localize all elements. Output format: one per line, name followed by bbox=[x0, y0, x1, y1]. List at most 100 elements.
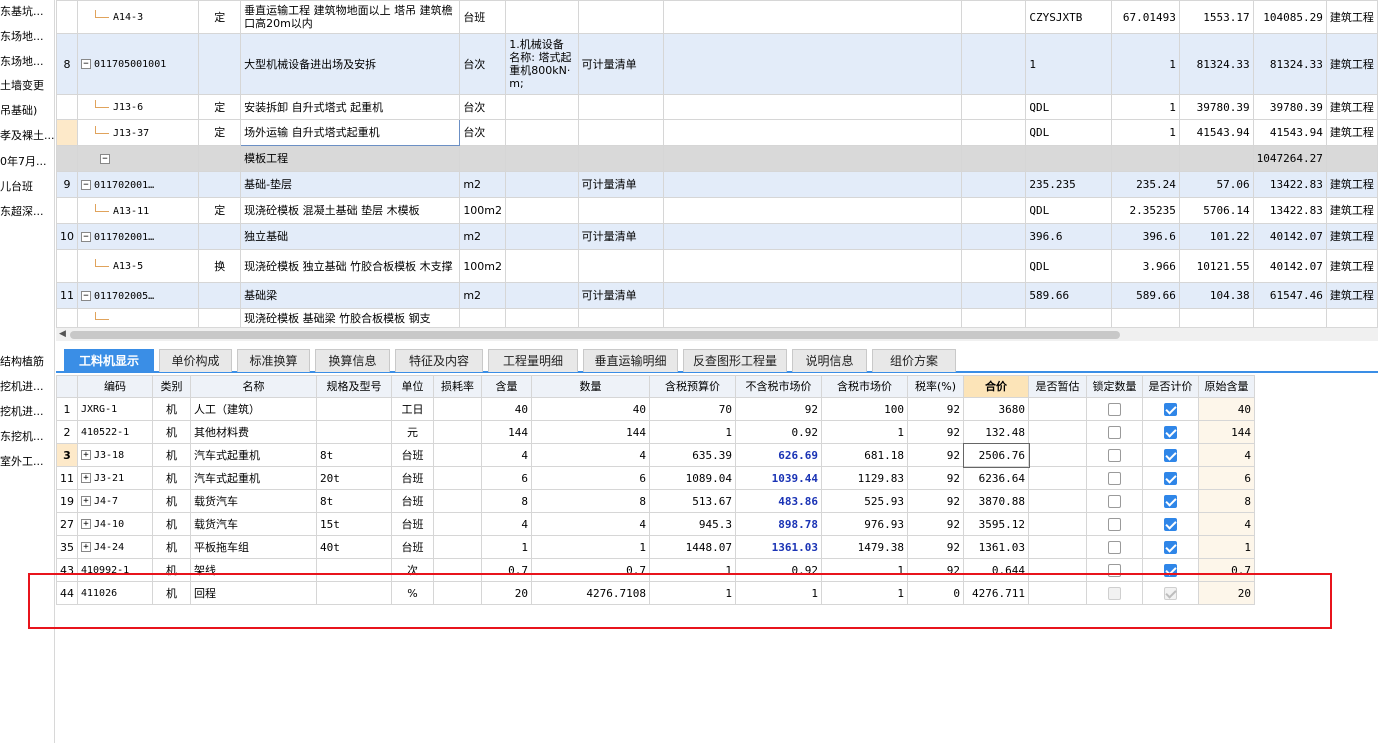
lock-quantity-cell[interactable] bbox=[1086, 489, 1143, 513]
category-cell[interactable]: 机 bbox=[152, 397, 191, 421]
sidebar-item[interactable]: 儿台班 bbox=[0, 180, 33, 194]
table-row[interactable]: 9−011702001… 基础-垫层 m2 可计量清单 235.235 235.24 57.… bbox=[56, 171, 1378, 198]
calc-type-cell[interactable] bbox=[577, 249, 665, 283]
provisional-cell[interactable] bbox=[1028, 420, 1087, 444]
loss-rate-cell[interactable] bbox=[433, 397, 482, 421]
unit-cell[interactable]: 台班 bbox=[459, 0, 507, 34]
lock-quantity-checkbox[interactable] bbox=[1108, 494, 1121, 508]
unit-price-cell[interactable]: 101.22 bbox=[1178, 223, 1254, 250]
column-header[interactable]: 含税市场价 bbox=[821, 375, 908, 398]
kind-cell[interactable] bbox=[198, 145, 242, 172]
column-header[interactable]: 类别 bbox=[152, 375, 191, 398]
spec-cell[interactable] bbox=[316, 420, 392, 444]
total-cell[interactable]: 1361.03 bbox=[963, 535, 1029, 559]
calc-type-cell[interactable] bbox=[577, 119, 665, 146]
code-cell[interactable]: J13-6 bbox=[76, 94, 200, 120]
table-row[interactable]: 8−011705001001 大型机械设备进出场及安拆 台次 1.机械设备名称: 塔式… bbox=[56, 33, 1378, 95]
quantity-cell[interactable]: 396.6 bbox=[1110, 223, 1180, 250]
empty-cell[interactable] bbox=[663, 171, 963, 198]
column-header[interactable]: 规格及型号 bbox=[316, 375, 392, 398]
empty-cell[interactable] bbox=[663, 249, 963, 283]
tax-rate-cell[interactable]: 92 bbox=[907, 443, 964, 467]
quantity-cell[interactable]: 1 bbox=[1110, 33, 1180, 95]
quantity-cell[interactable]: 4 bbox=[531, 512, 650, 536]
row-number-cell[interactable]: 35 bbox=[56, 535, 78, 559]
table-row[interactable]: 1 JXRG-1 机人工（建筑） 工日 40 40 70 92 100 92 3680 40 bbox=[56, 397, 1255, 421]
sidebar-item[interactable]: 东挖机... bbox=[0, 430, 44, 444]
unit-cell[interactable]: 台次 bbox=[459, 94, 507, 120]
calc-type-cell[interactable] bbox=[577, 308, 665, 327]
collapse-icon[interactable]: − bbox=[81, 231, 91, 242]
tax-budget-price-cell[interactable]: 1089.04 bbox=[649, 466, 736, 490]
major-cell[interactable]: 建筑工程 bbox=[1325, 249, 1378, 283]
empty-cell[interactable] bbox=[663, 0, 963, 34]
sidebar-item[interactable]: 东场地... bbox=[0, 30, 44, 44]
tax-rate-cell[interactable]: 92 bbox=[907, 489, 964, 513]
tax-budget-price-cell[interactable]: 1 bbox=[649, 420, 736, 444]
unit-cell[interactable]: 台班 bbox=[391, 535, 434, 559]
quantity-expr-cell[interactable] bbox=[1025, 145, 1112, 172]
unit-cell[interactable]: 台班 bbox=[391, 466, 434, 490]
spec-cell[interactable]: 8t bbox=[316, 489, 392, 513]
lock-quantity-checkbox[interactable] bbox=[1108, 540, 1121, 554]
tab-9[interactable]: 组价方案 bbox=[872, 349, 956, 372]
is-priced-checkbox[interactable] bbox=[1164, 425, 1177, 439]
provisional-cell[interactable] bbox=[1028, 397, 1087, 421]
code-cell[interactable]: 410522-1 bbox=[77, 420, 153, 444]
original-content-cell[interactable]: 6 bbox=[1198, 466, 1255, 490]
horizontal-scrollbar[interactable]: ◀ bbox=[56, 327, 1378, 341]
quantity-expr-cell[interactable]: QDL bbox=[1025, 94, 1112, 120]
unit-price-cell[interactable]: 1553.17 bbox=[1178, 0, 1254, 34]
lock-quantity-checkbox[interactable] bbox=[1108, 471, 1121, 485]
lock-quantity-cell[interactable] bbox=[1086, 443, 1143, 467]
content-cell[interactable]: 1 bbox=[481, 535, 532, 559]
unit-cell[interactable]: 台次 bbox=[459, 119, 507, 146]
column-header[interactable]: 不含税市场价 bbox=[735, 375, 822, 398]
spec-cell[interactable]: 15t bbox=[316, 512, 392, 536]
total-price-cell[interactable]: 1047264.27 bbox=[1252, 145, 1327, 172]
sidebar-item[interactable]: 室外工... bbox=[0, 455, 44, 469]
unit-price-cell[interactable]: 39780.39 bbox=[1178, 94, 1254, 120]
unit-cell[interactable]: m2 bbox=[459, 171, 507, 198]
market-price-cell[interactable]: 1361.03 bbox=[735, 535, 822, 559]
row-number-cell[interactable] bbox=[56, 94, 78, 120]
calc-type-cell[interactable]: 可计量清单 bbox=[577, 223, 665, 250]
unit-cell[interactable]: 台班 bbox=[391, 489, 434, 513]
lock-quantity-cell[interactable] bbox=[1086, 512, 1143, 536]
tab-8[interactable]: 说明信息 bbox=[792, 349, 867, 372]
name-cell[interactable]: 模板工程 bbox=[240, 145, 461, 172]
total-cell[interactable]: 3595.12 bbox=[963, 512, 1029, 536]
name-cell[interactable]: 汽车式起重机 bbox=[190, 443, 317, 467]
empty-cell[interactable] bbox=[663, 145, 963, 172]
tax-budget-price-cell[interactable]: 945.3 bbox=[649, 512, 736, 536]
quantity-cell[interactable]: 1 bbox=[1110, 94, 1180, 120]
row-number-cell[interactable]: 2 bbox=[56, 420, 78, 444]
category-cell[interactable]: 机 bbox=[152, 466, 191, 490]
total-price-cell[interactable]: 39780.39 bbox=[1252, 94, 1327, 120]
sidebar-item[interactable]: 孝及裸土... bbox=[0, 129, 54, 143]
provisional-cell[interactable] bbox=[1028, 512, 1087, 536]
unit-cell[interactable]: 台班 bbox=[391, 512, 434, 536]
major-cell[interactable]: 建筑工程 bbox=[1325, 223, 1378, 250]
row-number-cell[interactable] bbox=[56, 119, 78, 146]
collapse-icon[interactable]: − bbox=[81, 59, 91, 69]
code-cell[interactable]: −011702005… bbox=[76, 282, 200, 309]
major-cell[interactable]: 建筑工程 bbox=[1325, 197, 1378, 224]
loss-rate-cell[interactable] bbox=[433, 420, 482, 444]
empty-cell[interactable] bbox=[961, 94, 1027, 120]
table-row[interactable]: 11−011702005… 基础梁 m2 可计量清单 589.66 589.66 104.3… bbox=[56, 282, 1378, 309]
row-number-cell[interactable] bbox=[56, 308, 78, 327]
row-number-cell[interactable] bbox=[56, 145, 78, 172]
column-header[interactable]: 是否计价 bbox=[1142, 375, 1199, 398]
lock-quantity-checkbox[interactable] bbox=[1108, 448, 1121, 462]
empty-cell[interactable] bbox=[663, 308, 963, 327]
content-cell[interactable]: 8 bbox=[481, 489, 532, 513]
unit-price-cell[interactable] bbox=[1178, 308, 1254, 327]
feature-cell[interactable] bbox=[505, 171, 579, 198]
empty-cell[interactable] bbox=[663, 33, 963, 95]
row-number-cell[interactable] bbox=[56, 197, 78, 224]
quantity-cell[interactable]: 3.966 bbox=[1110, 249, 1180, 283]
kind-cell[interactable] bbox=[198, 171, 242, 198]
kind-cell[interactable] bbox=[198, 308, 242, 327]
lock-quantity-cell[interactable] bbox=[1086, 535, 1143, 559]
